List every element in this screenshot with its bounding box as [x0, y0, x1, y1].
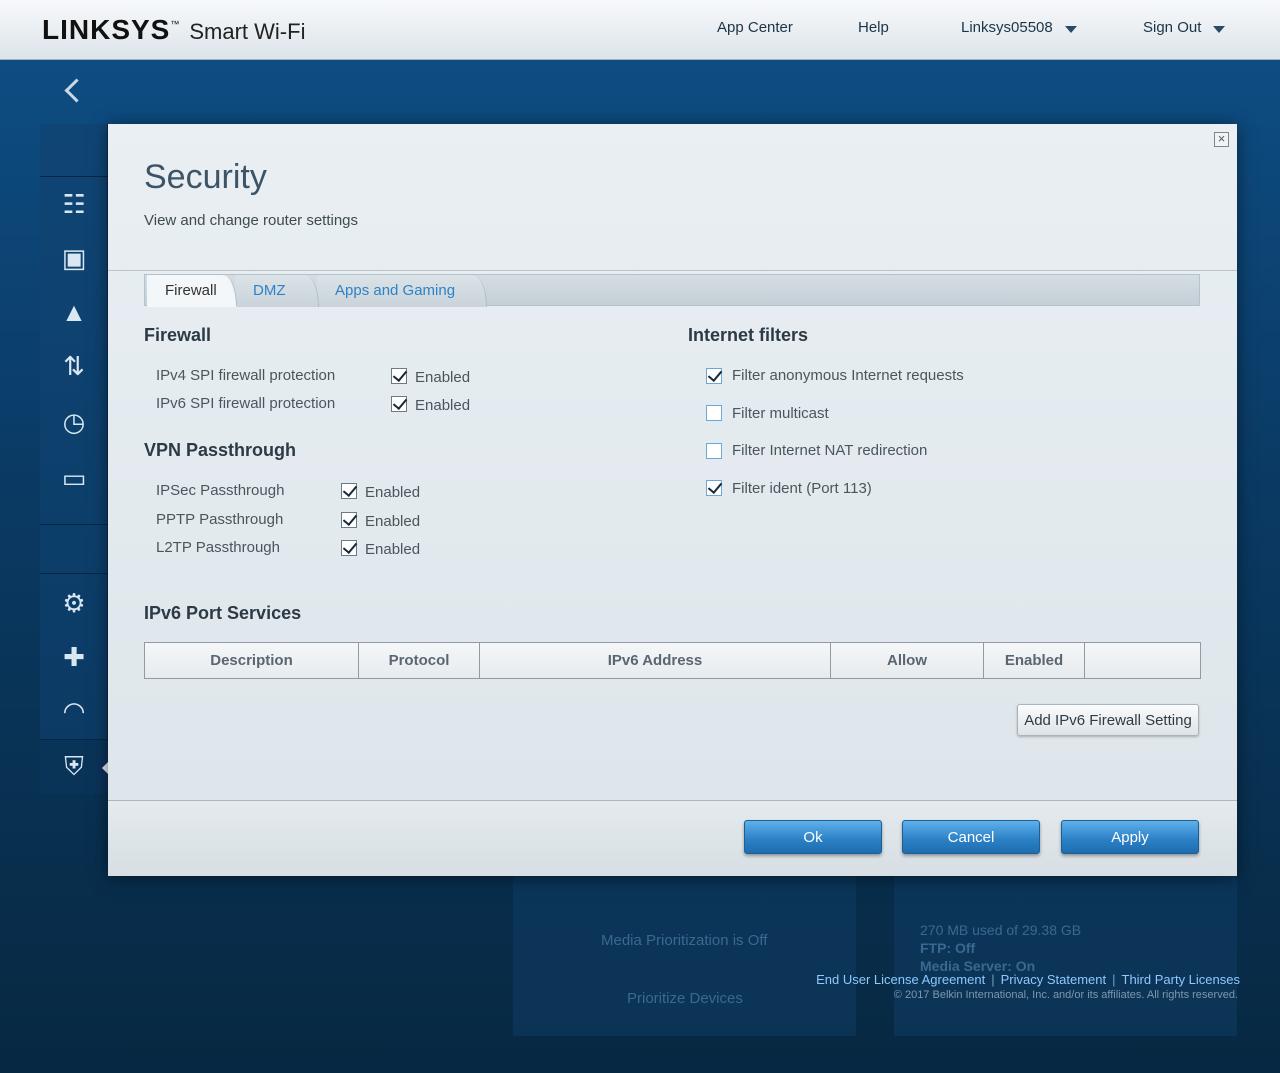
ipsec-label: IPSec Passthrough — [156, 482, 285, 499]
nav-account-menu[interactable]: Linksys05508 — [961, 19, 1077, 36]
column-protocol: Protocol — [359, 643, 480, 678]
page-title: Security — [144, 158, 267, 196]
l2tp-label: L2TP Passthrough — [156, 539, 280, 556]
filter-anonymous-label: Filter anonymous Internet requests — [732, 367, 964, 384]
ipv6-table-header: Description Protocol IPv6 Address Allow … — [144, 642, 1201, 679]
cancel-button[interactable]: Cancel — [902, 820, 1040, 854]
chevron-down-icon — [1064, 26, 1077, 33]
background-widget-media: Media Prioritization is Off Prioritize D… — [513, 876, 856, 1036]
column-ipv6-address: IPv6 Address — [480, 643, 831, 678]
sidebar-item-media-prioritization[interactable]: ⇅ — [40, 339, 108, 393]
sidebar-item-wireless[interactable]: ◠ — [40, 684, 108, 738]
security-dialog: × Security View and change router settin… — [108, 124, 1237, 876]
sign-out-label: Sign Out — [1143, 19, 1202, 36]
vpn-heading: VPN Passthrough — [144, 440, 297, 460]
sidebar-item-connectivity[interactable]: ⚙ — [40, 576, 108, 630]
page-subtitle: View and change router settings — [144, 212, 359, 229]
troubleshooting-icon: ✚ — [63, 641, 85, 672]
sidebar-item-speed-test[interactable]: ◷ — [40, 395, 108, 449]
column-enabled: Enabled — [984, 643, 1085, 678]
media-prioritization-icon: ⇅ — [63, 350, 85, 381]
nav-help[interactable]: Help — [858, 19, 889, 36]
network-map-icon: ☷ — [62, 188, 86, 219]
l2tp-enabled-label: Enabled — [365, 541, 421, 558]
nav-app-center[interactable]: App Center — [717, 19, 793, 36]
pptp-checkbox[interactable] — [341, 512, 357, 528]
l2tp-checkbox[interactable] — [341, 540, 357, 556]
background-text: Prioritize Devices — [627, 990, 743, 1007]
internet-filters-heading: Internet filters — [688, 325, 809, 345]
column-actions — [1085, 643, 1200, 678]
column-description: Description — [145, 643, 359, 678]
sidebar-item-external-storage[interactable]: ▭ — [40, 451, 108, 505]
ipsec-checkbox[interactable] — [341, 483, 357, 499]
sidebar-item-security[interactable]: ⛨ — [40, 740, 110, 794]
sidebar: ☷ ▣ ▲ ⇅ ◷ ▭ ⚙ ✚ ◠ ⛨ — [40, 124, 110, 794]
background-widget-storage: 270 MB used of 29.38 GB FTP: Off Media S… — [894, 876, 1237, 1036]
nav-sign-out-menu[interactable]: Sign Out — [1143, 19, 1226, 36]
background-text: FTP: Off — [920, 940, 976, 956]
ipv6-spi-label: IPv6 SPI firewall protection — [156, 395, 336, 412]
sidebar-divider — [40, 176, 108, 177]
close-icon[interactable]: × — [1214, 132, 1229, 147]
guest-access-icon: ▣ — [61, 242, 87, 273]
account-name: Linksys05508 — [961, 19, 1053, 36]
tab-dmz[interactable]: DMZ — [235, 275, 319, 307]
filter-ident-checkbox[interactable] — [706, 480, 722, 496]
logo-trademark: ™ — [170, 19, 180, 29]
chevron-down-icon — [1213, 26, 1226, 33]
ipv4-spi-enabled-label: Enabled — [415, 369, 471, 386]
ipv6-port-services-heading: IPv6 Port Services — [144, 603, 302, 623]
sidebar-item-troubleshooting[interactable]: ✚ — [40, 630, 108, 684]
footer-separator: | — [1112, 972, 1116, 987]
security-icon: ⛨ — [64, 751, 84, 781]
apply-button[interactable]: Apply — [1061, 820, 1199, 854]
filter-multicast-label: Filter multicast — [732, 405, 829, 422]
background-text: Media Prioritization is Off — [601, 932, 768, 949]
ipv6-spi-checkbox[interactable] — [391, 396, 407, 412]
ipsec-enabled-label: Enabled — [365, 484, 421, 501]
top-header: LINKSYS ™ Smart Wi-Fi App Center Help Li… — [0, 0, 1280, 60]
sidebar-item-parental-controls[interactable]: ▲ — [40, 285, 108, 339]
logo-brand: LINKSYS — [42, 14, 171, 45]
filter-nat-redirection-checkbox[interactable] — [706, 443, 722, 459]
filter-nat-redirection-label: Filter Internet NAT redirection — [732, 442, 928, 459]
speed-test-icon: ◷ — [62, 406, 86, 437]
ipv4-spi-checkbox[interactable] — [391, 368, 407, 384]
filter-ident-label: Filter ident (Port 113) — [732, 480, 872, 497]
linksys-logo[interactable]: LINKSYS ™ Smart Wi-Fi — [42, 14, 305, 46]
connectivity-icon: ⚙ — [62, 587, 86, 618]
sidebar-divider — [40, 524, 108, 525]
add-ipv6-firewall-setting-button[interactable]: Add IPv6 Firewall Setting — [1017, 704, 1199, 736]
header-divider — [108, 270, 1237, 271]
back-arrow-icon[interactable] — [60, 76, 90, 110]
privacy-link[interactable]: Privacy Statement — [1001, 972, 1107, 987]
third-party-link[interactable]: Third Party Licenses — [1122, 972, 1241, 987]
footer-links: End User License Agreement | Privacy State… — [816, 972, 1240, 987]
ok-button[interactable]: Ok — [744, 820, 882, 854]
background-text: 270 MB used of 29.38 GB — [920, 922, 1082, 938]
tab-apps-and-gaming[interactable]: Apps and Gaming — [317, 275, 487, 307]
firewall-heading: Firewall — [144, 325, 212, 345]
eula-link[interactable]: End User License Agreement — [816, 972, 985, 987]
tab-bar: Firewall DMZ Apps and Gaming — [144, 274, 1200, 307]
pptp-enabled-label: Enabled — [365, 513, 421, 530]
sidebar-item-network-map[interactable]: ☷ — [40, 177, 108, 231]
logo-product: Smart Wi-Fi — [189, 19, 306, 44]
external-storage-icon: ▭ — [61, 462, 87, 493]
sidebar-divider — [40, 573, 108, 574]
filter-anonymous-checkbox[interactable] — [706, 368, 722, 384]
column-allow: Allow — [831, 643, 984, 678]
wireless-icon: ◠ — [62, 695, 86, 726]
filter-multicast-checkbox[interactable] — [706, 405, 722, 421]
pptp-label: PPTP Passthrough — [156, 511, 284, 528]
ipv4-spi-label: IPv4 SPI firewall protection — [156, 367, 336, 384]
parental-controls-icon: ▲ — [61, 296, 87, 327]
tab-firewall[interactable]: Firewall — [147, 275, 237, 307]
copyright: © 2017 Belkin International, Inc. and/or… — [893, 989, 1238, 1001]
footer-separator: | — [991, 972, 995, 987]
sidebar-item-guest-access[interactable]: ▣ — [40, 231, 108, 285]
ipv6-spi-enabled-label: Enabled — [415, 397, 471, 414]
